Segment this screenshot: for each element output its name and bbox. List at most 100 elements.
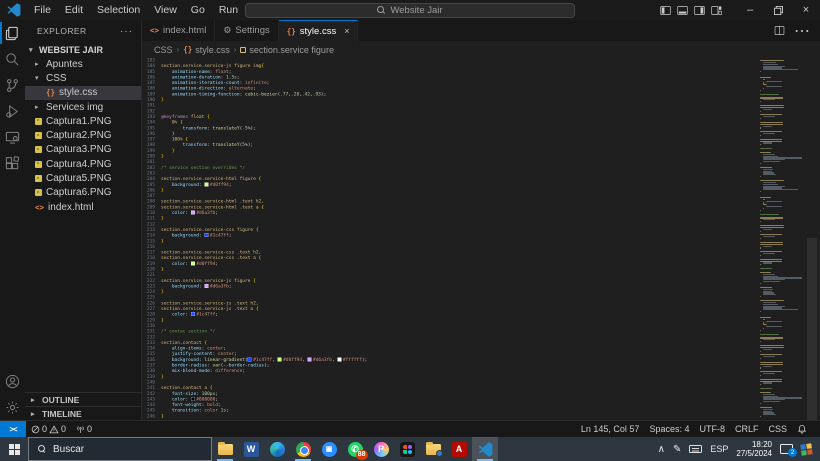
explorer-more-actions[interactable]: ··· [120, 26, 133, 37]
code-editor[interactable]: 183 184section.service.service-js figure… [142, 58, 758, 420]
problems-indicator[interactable]: 0 0 [26, 421, 71, 438]
close-tab-icon[interactable]: × [344, 26, 349, 36]
chevron-down-icon: ▾ [29, 46, 36, 54]
touch-keyboard-icon[interactable] [689, 445, 702, 453]
image-file-icon [35, 189, 42, 196]
restore-button[interactable] [764, 0, 792, 20]
run-debug-icon[interactable] [0, 98, 25, 124]
toggle-secondary-sidebar-icon[interactable] [694, 5, 705, 16]
toggle-sidebar-icon[interactable] [660, 5, 671, 16]
image-file-icon [35, 118, 42, 125]
breadcrumb-item[interactable]: {}style.css [183, 45, 230, 55]
menu-run[interactable]: Run [212, 0, 245, 20]
workspace-root-folder[interactable]: ▾ WEBSITE JAIR [25, 42, 141, 57]
menu-edit[interactable]: Edit [58, 0, 90, 20]
explorer-icon[interactable] [0, 20, 25, 46]
chrome-icon[interactable] [290, 437, 316, 461]
editor-more-actions[interactable]: ⋯ [794, 21, 810, 41]
chevron-right-icon: ▸ [35, 103, 42, 111]
status-spaces-4[interactable]: Spaces: 4 [644, 421, 694, 438]
tab-index-html[interactable]: <>index.html [142, 20, 215, 41]
remote-indicator[interactable]: >< [0, 421, 26, 438]
file-captura1-png[interactable]: Captura1.PNG [25, 114, 141, 128]
folder-services-img[interactable]: ▸Services img [25, 100, 141, 114]
explorer-sidebar: EXPLORER ··· ▾ WEBSITE JAIR ▸Apuntes▾CSS… [25, 20, 142, 420]
shared-folder-icon[interactable] [420, 437, 446, 461]
editor-scrollbar[interactable] [804, 58, 820, 420]
acrobat-icon[interactable]: A [446, 437, 472, 461]
word-icon[interactable]: W [238, 437, 264, 461]
customize-layout-icon[interactable] [711, 5, 722, 16]
tab-settings[interactable]: ⚙Settings [215, 20, 278, 41]
status-ln-145-col-57[interactable]: Ln 145, Col 57 [576, 421, 645, 438]
minimize-button[interactable]: – [736, 0, 764, 20]
editor-tab-bar: <>index.html⚙Settings{}style.css× ⋯ [142, 20, 820, 41]
panel-timeline[interactable]: ▸TIMELINE [25, 406, 141, 420]
vscode-logo-icon [7, 3, 21, 17]
file-style-css[interactable]: {}style.css [25, 86, 141, 100]
settings-gear-icon[interactable] [0, 394, 25, 420]
remote-explorer-icon[interactable] [0, 124, 25, 150]
start-button[interactable] [0, 437, 28, 461]
breadcrumb-item[interactable]: section.service figure [240, 45, 334, 55]
account-icon[interactable] [0, 368, 25, 394]
edge-icon[interactable] [264, 437, 290, 461]
notification-center-icon[interactable]: 2 [780, 444, 793, 454]
source-control-icon[interactable] [0, 72, 25, 98]
breadcrumb-item[interactable]: CSS [154, 45, 173, 55]
minimap[interactable] [758, 58, 804, 420]
file-captura6-png[interactable]: Captura6.PNG [25, 186, 141, 200]
file-captura5-png[interactable]: Captura5.PNG [25, 171, 141, 185]
css-file-icon: {} [46, 88, 55, 97]
status-crlf[interactable]: CRLF [730, 421, 764, 438]
chevron-right-icon: ▸ [35, 60, 42, 68]
folder-apuntes[interactable]: ▸Apuntes [25, 57, 141, 71]
symbol-icon [240, 47, 246, 53]
split-editor-icon[interactable] [774, 25, 785, 36]
whatsapp-icon[interactable]: ✆88 [342, 437, 368, 461]
file-explorer-icon[interactable] [212, 437, 238, 461]
search-icon [38, 445, 46, 453]
notification-badge: 2 [788, 448, 797, 457]
code-line[interactable]: 246} [142, 414, 758, 420]
file-captura3-png[interactable]: Captura3.PNG [25, 143, 141, 157]
widgets-icon[interactable] [800, 443, 812, 455]
pen-icon[interactable]: ✎ [673, 444, 681, 455]
command-center-label: Website Jair [390, 5, 442, 16]
language-indicator[interactable]: ESP [710, 444, 728, 454]
html-file-icon: <> [35, 203, 44, 212]
file-captura2-png[interactable]: Captura2.PNG [25, 128, 141, 142]
toggle-panel-icon[interactable] [677, 5, 688, 16]
vscode-taskbar-icon[interactable] [472, 437, 498, 461]
zoom-icon[interactable]: ▣ [316, 437, 342, 461]
tab-style-css[interactable]: {}style.css× [279, 20, 359, 41]
search-icon[interactable] [0, 46, 25, 72]
notifications-bell-icon[interactable] [792, 421, 812, 438]
status-css[interactable]: CSS [763, 421, 792, 438]
folder-css[interactable]: ▾CSS [25, 71, 141, 85]
windows-logo-icon [9, 444, 20, 455]
panel-outline[interactable]: ▸OUTLINE [25, 392, 141, 406]
menu-go[interactable]: Go [184, 0, 212, 20]
taskbar-search-placeholder: Buscar [53, 444, 84, 455]
figma-icon[interactable] [394, 437, 420, 461]
vscode-window: FileEditSelectionViewGoRun⋯ ← → Website … [0, 0, 820, 461]
extensions-icon[interactable] [0, 150, 25, 176]
file-index-html[interactable]: <>index.html [25, 200, 141, 214]
css-file-icon: {} [287, 27, 296, 36]
clock[interactable]: 18:20 27/5/2024 [736, 440, 772, 459]
file-captura4-png[interactable]: Captura4.PNG [25, 157, 141, 171]
tray-chevron-up-icon[interactable]: ∧ [658, 444, 665, 455]
menu-selection[interactable]: Selection [90, 0, 147, 20]
whatsapp-badge: 88 [356, 450, 368, 460]
powerpoint-app-icon[interactable]: P [368, 437, 394, 461]
ports-indicator[interactable]: 0 [71, 421, 97, 438]
menu-file[interactable]: File [27, 0, 58, 20]
scrollbar-thumb[interactable] [807, 238, 817, 420]
menu-view[interactable]: View [147, 0, 184, 20]
close-button[interactable]: × [792, 0, 820, 20]
chevron-right-icon: ▸ [31, 396, 38, 404]
status-utf-8[interactable]: UTF-8 [694, 421, 730, 438]
command-center-search[interactable]: Website Jair [245, 3, 575, 18]
taskbar-search[interactable]: Buscar [28, 437, 212, 461]
